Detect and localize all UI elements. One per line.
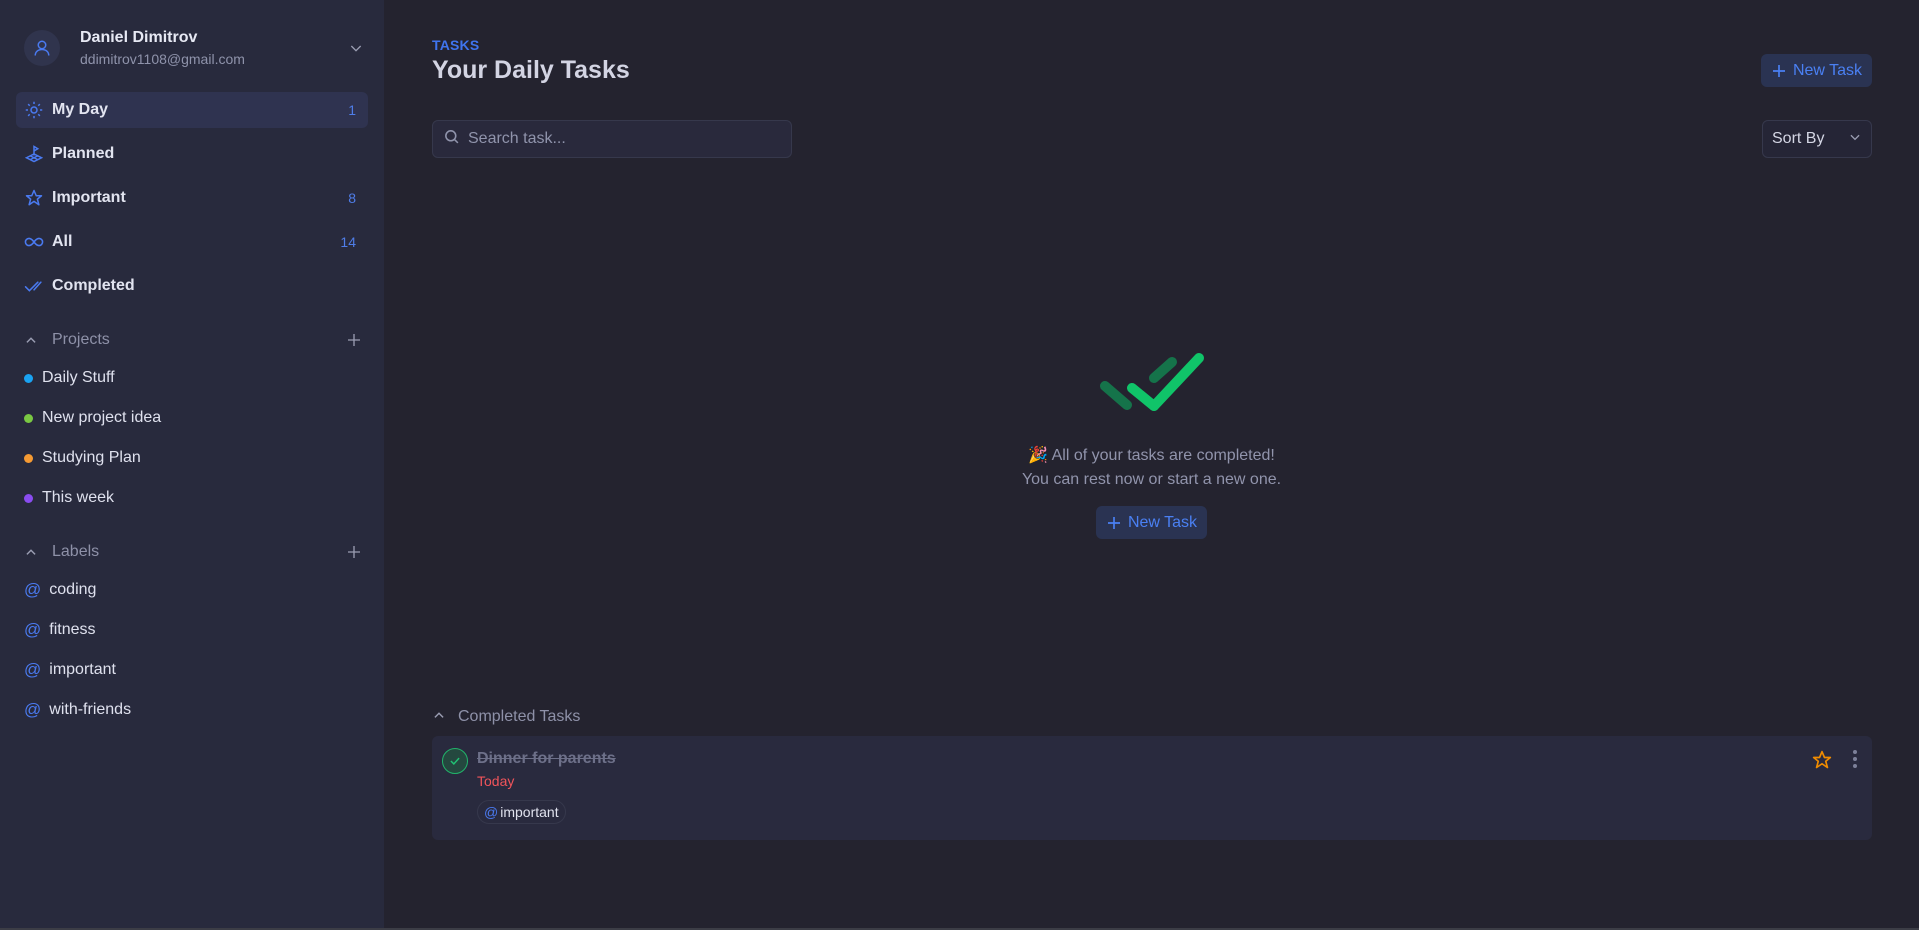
more-options-icon[interactable] — [1852, 750, 1858, 768]
completed-tasks-header[interactable]: Completed Tasks — [432, 705, 580, 729]
project-label: Daily Stuff — [42, 369, 115, 386]
sun-icon — [24, 100, 44, 120]
task-due-date: Today — [477, 773, 515, 789]
project-label: This week — [42, 489, 115, 506]
at-icon: @ — [24, 660, 42, 679]
sort-by-dropdown[interactable]: Sort By — [1762, 120, 1872, 158]
empty-state: 🎉 All of your tasks are completed! You c… — [384, 350, 1919, 539]
projects-title: Projects — [52, 331, 110, 348]
new-task-label: New Task — [1792, 61, 1862, 79]
main-content: TASKS Your Daily Tasks New Task Sort By … — [384, 0, 1919, 928]
task-item[interactable]: Dinner for parents Today @ important — [432, 736, 1872, 840]
search-box — [432, 120, 792, 158]
nav-label: My Day — [52, 101, 109, 118]
sort-label: Sort By — [1772, 130, 1825, 147]
project-color-dot — [24, 413, 33, 423]
project-item[interactable]: Daily Stuff — [24, 358, 324, 398]
labels-title: Labels — [52, 543, 100, 560]
project-item[interactable]: New project idea — [24, 398, 324, 438]
star-icon — [24, 188, 44, 208]
label-name: important — [49, 661, 116, 678]
label-item[interactable]: @ fitness — [24, 610, 324, 650]
at-icon: @ — [24, 620, 42, 639]
empty-message-line1: 🎉 All of your tasks are completed! — [384, 444, 1919, 468]
label-item[interactable]: @ coding — [24, 570, 324, 610]
nav-label: All — [52, 233, 73, 250]
chevron-up-icon[interactable] — [24, 545, 42, 559]
check-icon — [450, 757, 460, 765]
nav-item-my-day[interactable]: My Day 1 — [16, 92, 368, 128]
infinity-icon — [24, 232, 44, 252]
plus-icon — [1771, 63, 1787, 79]
label-name: fitness — [49, 621, 96, 638]
project-label: New project idea — [42, 409, 162, 426]
user-name: Daniel Dimitrov — [80, 29, 198, 46]
double-check-icon — [1099, 353, 1204, 411]
party-popper-icon: 🎉 — [1028, 447, 1049, 464]
empty-message-line2: You can rest now or start a new one. — [1021, 471, 1282, 488]
important-star-icon[interactable] — [1812, 750, 1832, 775]
add-project-icon[interactable] — [344, 330, 364, 350]
projects-section-header: Projects — [24, 328, 364, 352]
task-title: Dinner for parents — [477, 750, 616, 767]
page-eyebrow: TASKS — [432, 37, 480, 53]
project-item[interactable]: Studying Plan — [24, 438, 324, 478]
project-color-dot — [24, 453, 33, 463]
plus-icon — [1106, 515, 1122, 531]
nav-label: Planned — [52, 145, 115, 162]
nav-count: 8 — [348, 190, 356, 206]
labels-section-header: Labels — [24, 540, 364, 564]
nav-item-important[interactable]: Important 8 — [16, 180, 368, 216]
nav-count: 14 — [340, 234, 356, 250]
nav-menu: My Day 1 Planned Important 8 All 14 Comp… — [16, 92, 368, 312]
project-color-dot — [24, 373, 33, 383]
add-label-icon[interactable] — [344, 542, 364, 562]
search-icon — [443, 128, 460, 150]
nav-item-all[interactable]: All 14 — [16, 224, 368, 260]
nav-count: 1 — [348, 102, 356, 118]
avatar — [24, 30, 60, 66]
chevron-down-icon[interactable] — [348, 40, 364, 61]
task-label-tag[interactable]: @ important — [477, 800, 566, 824]
nav-label: Completed — [52, 277, 135, 294]
at-icon: @ — [24, 580, 42, 599]
chevron-up-icon — [432, 708, 446, 727]
at-icon: @ — [24, 700, 42, 719]
completed-tasks-title: Completed Tasks — [458, 708, 581, 725]
task-complete-checkbox[interactable] — [442, 748, 468, 774]
empty-message-text: All of your tasks are completed! — [1051, 447, 1275, 464]
new-task-button[interactable]: New Task — [1760, 54, 1872, 87]
label-name: with-friends — [49, 701, 132, 718]
user-profile[interactable]: Daniel Dimitrov ddimitrov1108@gmail.com — [24, 28, 364, 68]
nav-item-completed[interactable]: Completed — [16, 268, 368, 304]
project-list: Daily Stuff New project idea Studying Pl… — [24, 358, 324, 518]
new-task-label: New Task — [1127, 513, 1198, 531]
sidebar: Daniel Dimitrov ddimitrov1108@gmail.com … — [0, 0, 384, 928]
user-icon — [34, 40, 50, 56]
label-name: coding — [49, 581, 97, 598]
project-label: Studying Plan — [42, 449, 141, 466]
project-item[interactable]: This week — [24, 478, 324, 518]
chevron-up-icon[interactable] — [24, 333, 42, 347]
new-task-button-center[interactable]: New Task — [1095, 506, 1208, 539]
label-item[interactable]: @ important — [24, 650, 324, 690]
nav-label: Important — [52, 189, 126, 206]
double-check-icon — [24, 276, 44, 296]
label-list: @ coding @ fitness @ important @ with-fr… — [24, 570, 324, 730]
project-color-dot — [24, 493, 33, 503]
nav-item-planned[interactable]: Planned — [16, 136, 368, 172]
chevron-down-icon — [1848, 130, 1862, 149]
search-input[interactable] — [468, 130, 768, 148]
task-label-name: important — [500, 804, 559, 820]
at-icon: @ — [484, 804, 499, 820]
page-title: Your Daily Tasks — [432, 56, 630, 84]
label-item[interactable]: @ with-friends — [24, 690, 324, 730]
user-email: ddimitrov1108@gmail.com — [80, 51, 245, 67]
planned-flag-icon — [24, 144, 44, 164]
